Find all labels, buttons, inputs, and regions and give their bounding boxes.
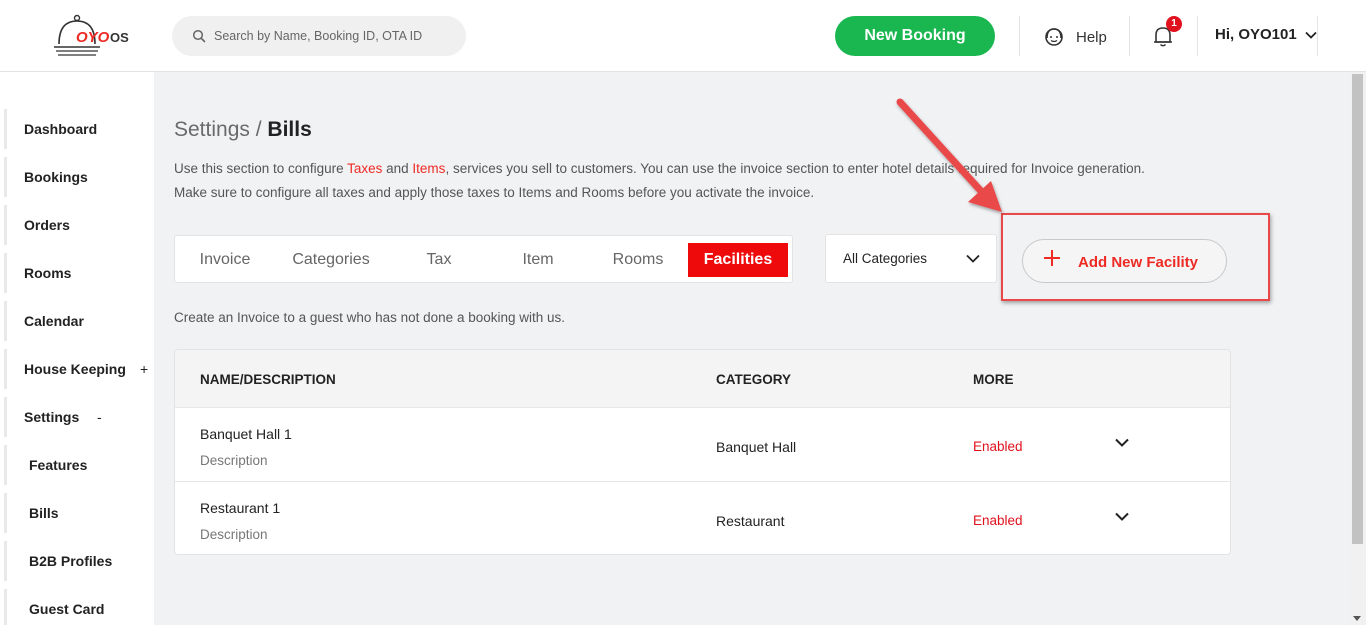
sidebar-item-house-keeping[interactable]: House Keeping + [4,349,152,389]
facility-description: Description [200,527,268,542]
tab-invoice[interactable]: Invoice [187,243,263,277]
page-title: Settings / Bills [174,118,312,142]
divider [1129,16,1130,56]
tab-facilities[interactable]: Facilities [688,243,788,277]
help-headset-icon [1045,28,1063,46]
sidebar-item-label: Settings [24,409,80,425]
sidebar-item-label: House Keeping [24,361,126,377]
logo-text: OYO [76,29,110,46]
intro-part: Use this section to configure [174,161,348,176]
sidebar-item-calendar[interactable]: Calendar [4,301,152,341]
sidebar-item-label: Guest Card [29,601,105,617]
sidebar-item-bookings[interactable]: Bookings [4,157,152,197]
sidebar-item-label: Bookings [24,169,88,185]
divider [1197,16,1198,56]
annotation-arrow [896,98,1002,212]
breadcrumb-parent[interactable]: Settings / [174,118,262,141]
page-scrollbar[interactable] [1349,72,1366,625]
sidebar-item-features[interactable]: Features [4,445,152,485]
chevron-down-icon[interactable] [1115,438,1129,447]
sidebar-item-label: B2B Profiles [29,553,113,569]
scrollbar-thumb[interactable] [1352,74,1363,544]
sidebar-item-guest-card[interactable]: Guest Card [4,589,152,625]
sidebar-item-orders[interactable]: Orders [4,205,152,245]
items-link[interactable]: Items [412,161,445,176]
facility-category: Restaurant [716,513,785,529]
facility-name: Restaurant 1 [200,500,281,516]
settings-tabs: Invoice Categories Tax Item Rooms Facili… [174,235,793,283]
category-filter-select[interactable]: All Categories [825,234,997,283]
notifications-button[interactable]: 1 [1152,16,1182,50]
help-button[interactable]: Help [1042,24,1107,50]
sidebar-item-bills[interactable]: Bills [4,493,152,533]
tab-tax[interactable]: Tax [405,243,473,277]
facility-name: Banquet Hall 1 [200,426,292,442]
sidebar: Dashboard Bookings Orders Rooms Calendar… [0,72,154,625]
breadcrumb-current: Bills [267,118,312,141]
new-booking-button[interactable]: New Booking [835,16,995,56]
oyo-os-logo[interactable]: OYO OS [52,14,142,58]
user-greeting: Hi, OYO101 [1215,26,1297,43]
search-box[interactable] [172,16,466,56]
sidebar-item-settings[interactable]: Settings - [4,397,152,437]
tab-rooms[interactable]: Rooms [603,243,673,277]
tab-categories[interactable]: Categories [283,243,379,277]
sidebar-item-label: Dashboard [24,121,98,137]
expand-toggle[interactable]: + [140,361,148,377]
chevron-down-icon [966,254,980,263]
status-badge: Enabled [973,513,1023,528]
chevron-down-icon[interactable] [1115,512,1129,521]
scroll-down-arrow[interactable] [1353,616,1361,621]
top-bar: OYO OS New Booking Help 1 Hi, OYO101 [0,0,1366,72]
category-filter-value: All Categories [843,251,928,266]
column-category: CATEGORY [716,372,792,387]
chevron-down-icon [1305,31,1317,39]
sidebar-item-label: Orders [24,217,70,233]
sidebar-item-label: Calendar [24,313,84,329]
column-name-description: NAME/DESCRIPTION [200,372,336,387]
intro-text: Use this section to configure Taxes and … [174,157,1174,205]
notification-badge: 1 [1166,16,1182,32]
taxes-link[interactable]: Taxes [347,161,382,176]
annotation-highlight-box [1001,213,1270,301]
status-badge: Enabled [973,439,1023,454]
user-menu[interactable]: Hi, OYO101 [1215,26,1317,43]
sidebar-item-label: Rooms [24,265,72,281]
search-icon [192,29,206,43]
sidebar-item-label: Bills [29,505,59,521]
facilities-table: NAME/DESCRIPTION CATEGORY MORE Banquet H… [174,349,1231,555]
column-more: MORE [973,372,1014,387]
sidebar-item-label: Features [29,457,88,473]
help-label: Help [1076,28,1107,46]
sidebar-item-dashboard[interactable]: Dashboard [4,109,152,149]
divider [1317,16,1318,56]
collapse-toggle[interactable]: - [97,409,102,425]
facility-category: Banquet Hall [716,439,797,455]
sidebar-item-b2b-profiles[interactable]: B2B Profiles [4,541,152,581]
search-input[interactable] [214,26,454,46]
divider [1019,16,1020,56]
intro-part: and [382,161,413,176]
table-row[interactable]: Restaurant 1 Description Restaurant Enab… [175,481,1230,554]
facility-description: Description [200,453,268,468]
tab-item[interactable]: Item [501,243,575,277]
table-row[interactable]: Banquet Hall 1 Description Banquet Hall … [175,407,1230,481]
logo-suffix: OS [110,30,129,45]
sidebar-item-rooms[interactable]: Rooms [4,253,152,293]
table-header: NAME/DESCRIPTION CATEGORY MORE [175,350,1230,408]
facilities-note: Create an Invoice to a guest who has not… [174,310,566,325]
